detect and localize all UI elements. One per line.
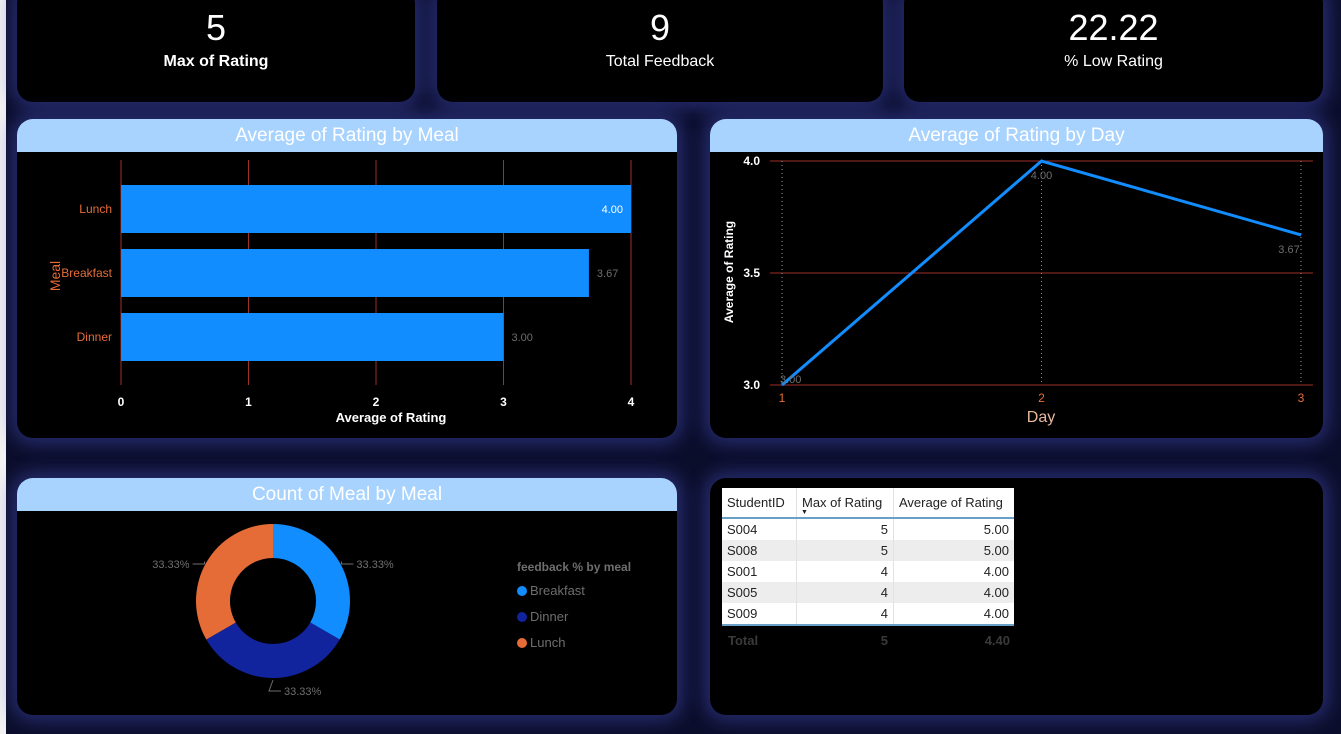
table-row[interactable]: S004 5 5.00	[722, 518, 1014, 540]
legend-item-dinner[interactable]: Dinner	[517, 609, 568, 624]
kpi-card-max-rating[interactable]: 5 Max of Rating	[17, 0, 415, 102]
kpi-label: Max of Rating	[163, 53, 269, 70]
meal-donut-chart[interactable]: 33.33% 33.33% 33.33%	[17, 511, 497, 715]
cell-studentid: S004	[722, 518, 797, 540]
cell-max-rating: 5	[796, 518, 894, 540]
data-label: 33.33%	[284, 686, 322, 698]
kpi-label: % Low Rating	[1064, 53, 1163, 70]
data-label: 33.33%	[152, 559, 190, 571]
data-label: 33.33%	[356, 559, 394, 571]
leader-line	[340, 561, 354, 565]
x-tick-label: 4	[628, 395, 635, 409]
table-row[interactable]: S001 4 4.00	[722, 561, 1014, 582]
student-rating-table[interactable]: StudentID Max of Rating ▼ Average of Rati…	[722, 488, 1014, 626]
day-line-chart[interactable]: 4.0 3.5 3.0 1 2 3 3.00 4.00 3.67 Average of Rat…	[710, 152, 1323, 438]
x-tick-label: 3	[1298, 391, 1305, 405]
left-edge-strip	[0, 0, 6, 734]
slice-breakfast	[273, 524, 350, 640]
x-tick-label: 1	[779, 391, 786, 405]
cell-average-rating: 5.00	[893, 540, 1014, 561]
sort-down-icon[interactable]: ▼	[801, 509, 808, 516]
x-tick-label: 2	[1038, 391, 1045, 405]
cell-max-rating: 4	[796, 561, 894, 582]
data-label: 4.00	[602, 204, 623, 216]
kpi-value: 5	[205, 7, 227, 48]
total-label: Total	[728, 633, 759, 648]
chart-title: Average of Rating by Day	[710, 119, 1323, 152]
cell-studentid: S005	[722, 582, 797, 603]
data-label: 3.00	[780, 374, 801, 386]
cell-average-rating: 4.00	[893, 603, 1014, 626]
data-label: 3.00	[512, 332, 533, 344]
legend-title: feedback % by meal	[517, 560, 632, 574]
cell-max-rating: 5	[796, 540, 894, 561]
column-header-studentid[interactable]: StudentID	[722, 488, 797, 519]
x-tick-label: 0	[118, 395, 125, 409]
cell-average-rating: 5.00	[983, 522, 1009, 537]
legend-dot-icon	[517, 586, 527, 596]
x-tick-label: 3	[500, 395, 507, 409]
legend-label: Lunch	[530, 635, 566, 650]
bar-breakfast	[121, 249, 589, 297]
legend-dot-icon	[517, 612, 527, 622]
table-row[interactable]: S005 4 4.00	[722, 582, 1014, 603]
legend-label: Breakfast	[530, 583, 585, 598]
table-header-row: StudentID Max of Rating ▼ Average of Rati…	[722, 488, 1014, 519]
y-tick-label: Breakfast	[61, 266, 112, 280]
y-tick-label: 4.0	[743, 154, 760, 168]
legend-item-lunch[interactable]: Lunch	[517, 635, 565, 650]
chart-title: Count of Meal by Meal	[17, 478, 677, 511]
slice-lunch	[196, 524, 273, 640]
bar-dinner	[121, 313, 504, 361]
cell-max-rating: 4	[796, 603, 894, 626]
cell-studentid: S001	[722, 561, 797, 582]
y-tick-label: 3.5	[743, 266, 760, 280]
table-row[interactable]: S008 5 5.00	[722, 540, 1014, 561]
total-max-rating: 5	[880, 633, 888, 648]
legend-item-breakfast[interactable]: Breakfast	[517, 583, 585, 598]
column-header-average-rating[interactable]: Average of Rating	[893, 488, 1014, 519]
bar-lunch	[121, 185, 631, 233]
kpi-value: 22.22	[1068, 7, 1159, 48]
kpi-card-low-rating[interactable]: 22.22 % Low Rating	[904, 0, 1323, 102]
legend-dot-icon	[517, 638, 527, 648]
total-average-rating: 4.40	[984, 633, 1010, 648]
data-label: 3.67	[597, 268, 618, 280]
column-header-label: Max of Rating	[802, 495, 883, 510]
y-tick-label: Dinner	[77, 330, 112, 344]
x-tick-label: 2	[373, 395, 380, 409]
y-tick-label: Lunch	[79, 202, 112, 216]
slice-dinner	[206, 622, 340, 678]
cell-average-rating: 4.00	[983, 564, 1009, 579]
x-tick-label: 1	[245, 395, 252, 409]
cell-studentid: S009	[722, 603, 797, 626]
y-axis-title: Average of Rating	[722, 221, 736, 323]
table-row[interactable]: S009 4 4.00	[722, 603, 1014, 626]
cell-max-rating: 4	[796, 582, 894, 603]
kpi-value: 9	[649, 7, 671, 48]
kpi-label: Total Feedback	[605, 53, 715, 70]
meal-bar-chart[interactable]: 0 1 2 3 4 Lunch 4.00 Breakfast 3.67 Dinner 3.00 M…	[17, 152, 677, 438]
chart-title: Average of Rating by Meal	[17, 119, 677, 152]
leader-line	[268, 679, 281, 692]
kpi-card-total-feedback[interactable]: 9 Total Feedback	[437, 0, 883, 102]
legend-label: Dinner	[530, 609, 569, 624]
data-label: 4.00	[1031, 170, 1052, 182]
data-label: 3.67	[1278, 244, 1299, 256]
column-header-max-rating[interactable]: Max of Rating ▼	[796, 488, 894, 519]
leader-line	[192, 561, 206, 565]
cell-average-rating: 4.00	[893, 582, 1014, 603]
cell-studentid: S008	[722, 540, 797, 561]
y-axis-title: Meal	[47, 261, 63, 291]
x-axis-title: Average of Rating	[336, 410, 447, 425]
y-tick-label: 3.0	[743, 378, 760, 392]
x-axis-title: Day	[1027, 409, 1055, 426]
